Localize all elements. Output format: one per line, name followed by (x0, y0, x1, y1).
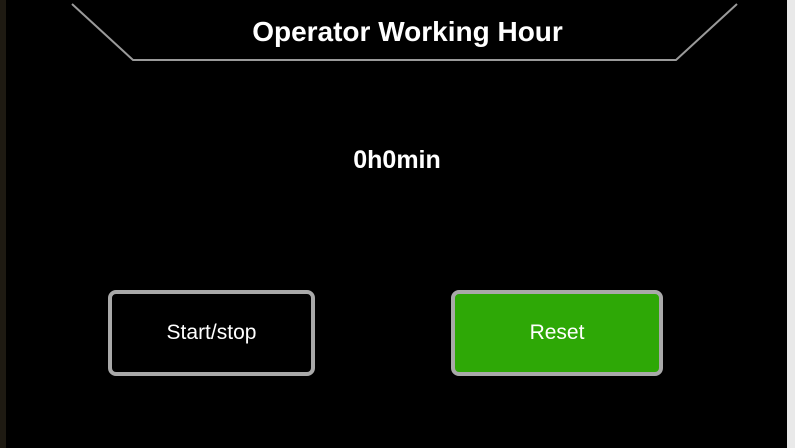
reset-button-label: Reset (529, 321, 585, 344)
start-stop-button[interactable]: Start/stop (108, 290, 315, 376)
working-hour-value: 0h0min (353, 146, 441, 174)
page-title: Operator Working Hour (252, 16, 563, 47)
start-stop-button-label: Start/stop (166, 321, 257, 344)
operator-working-hour-screen: Operator Working Hour 0h0min Start/stop … (0, 0, 795, 448)
reset-button[interactable]: Reset (451, 290, 663, 376)
